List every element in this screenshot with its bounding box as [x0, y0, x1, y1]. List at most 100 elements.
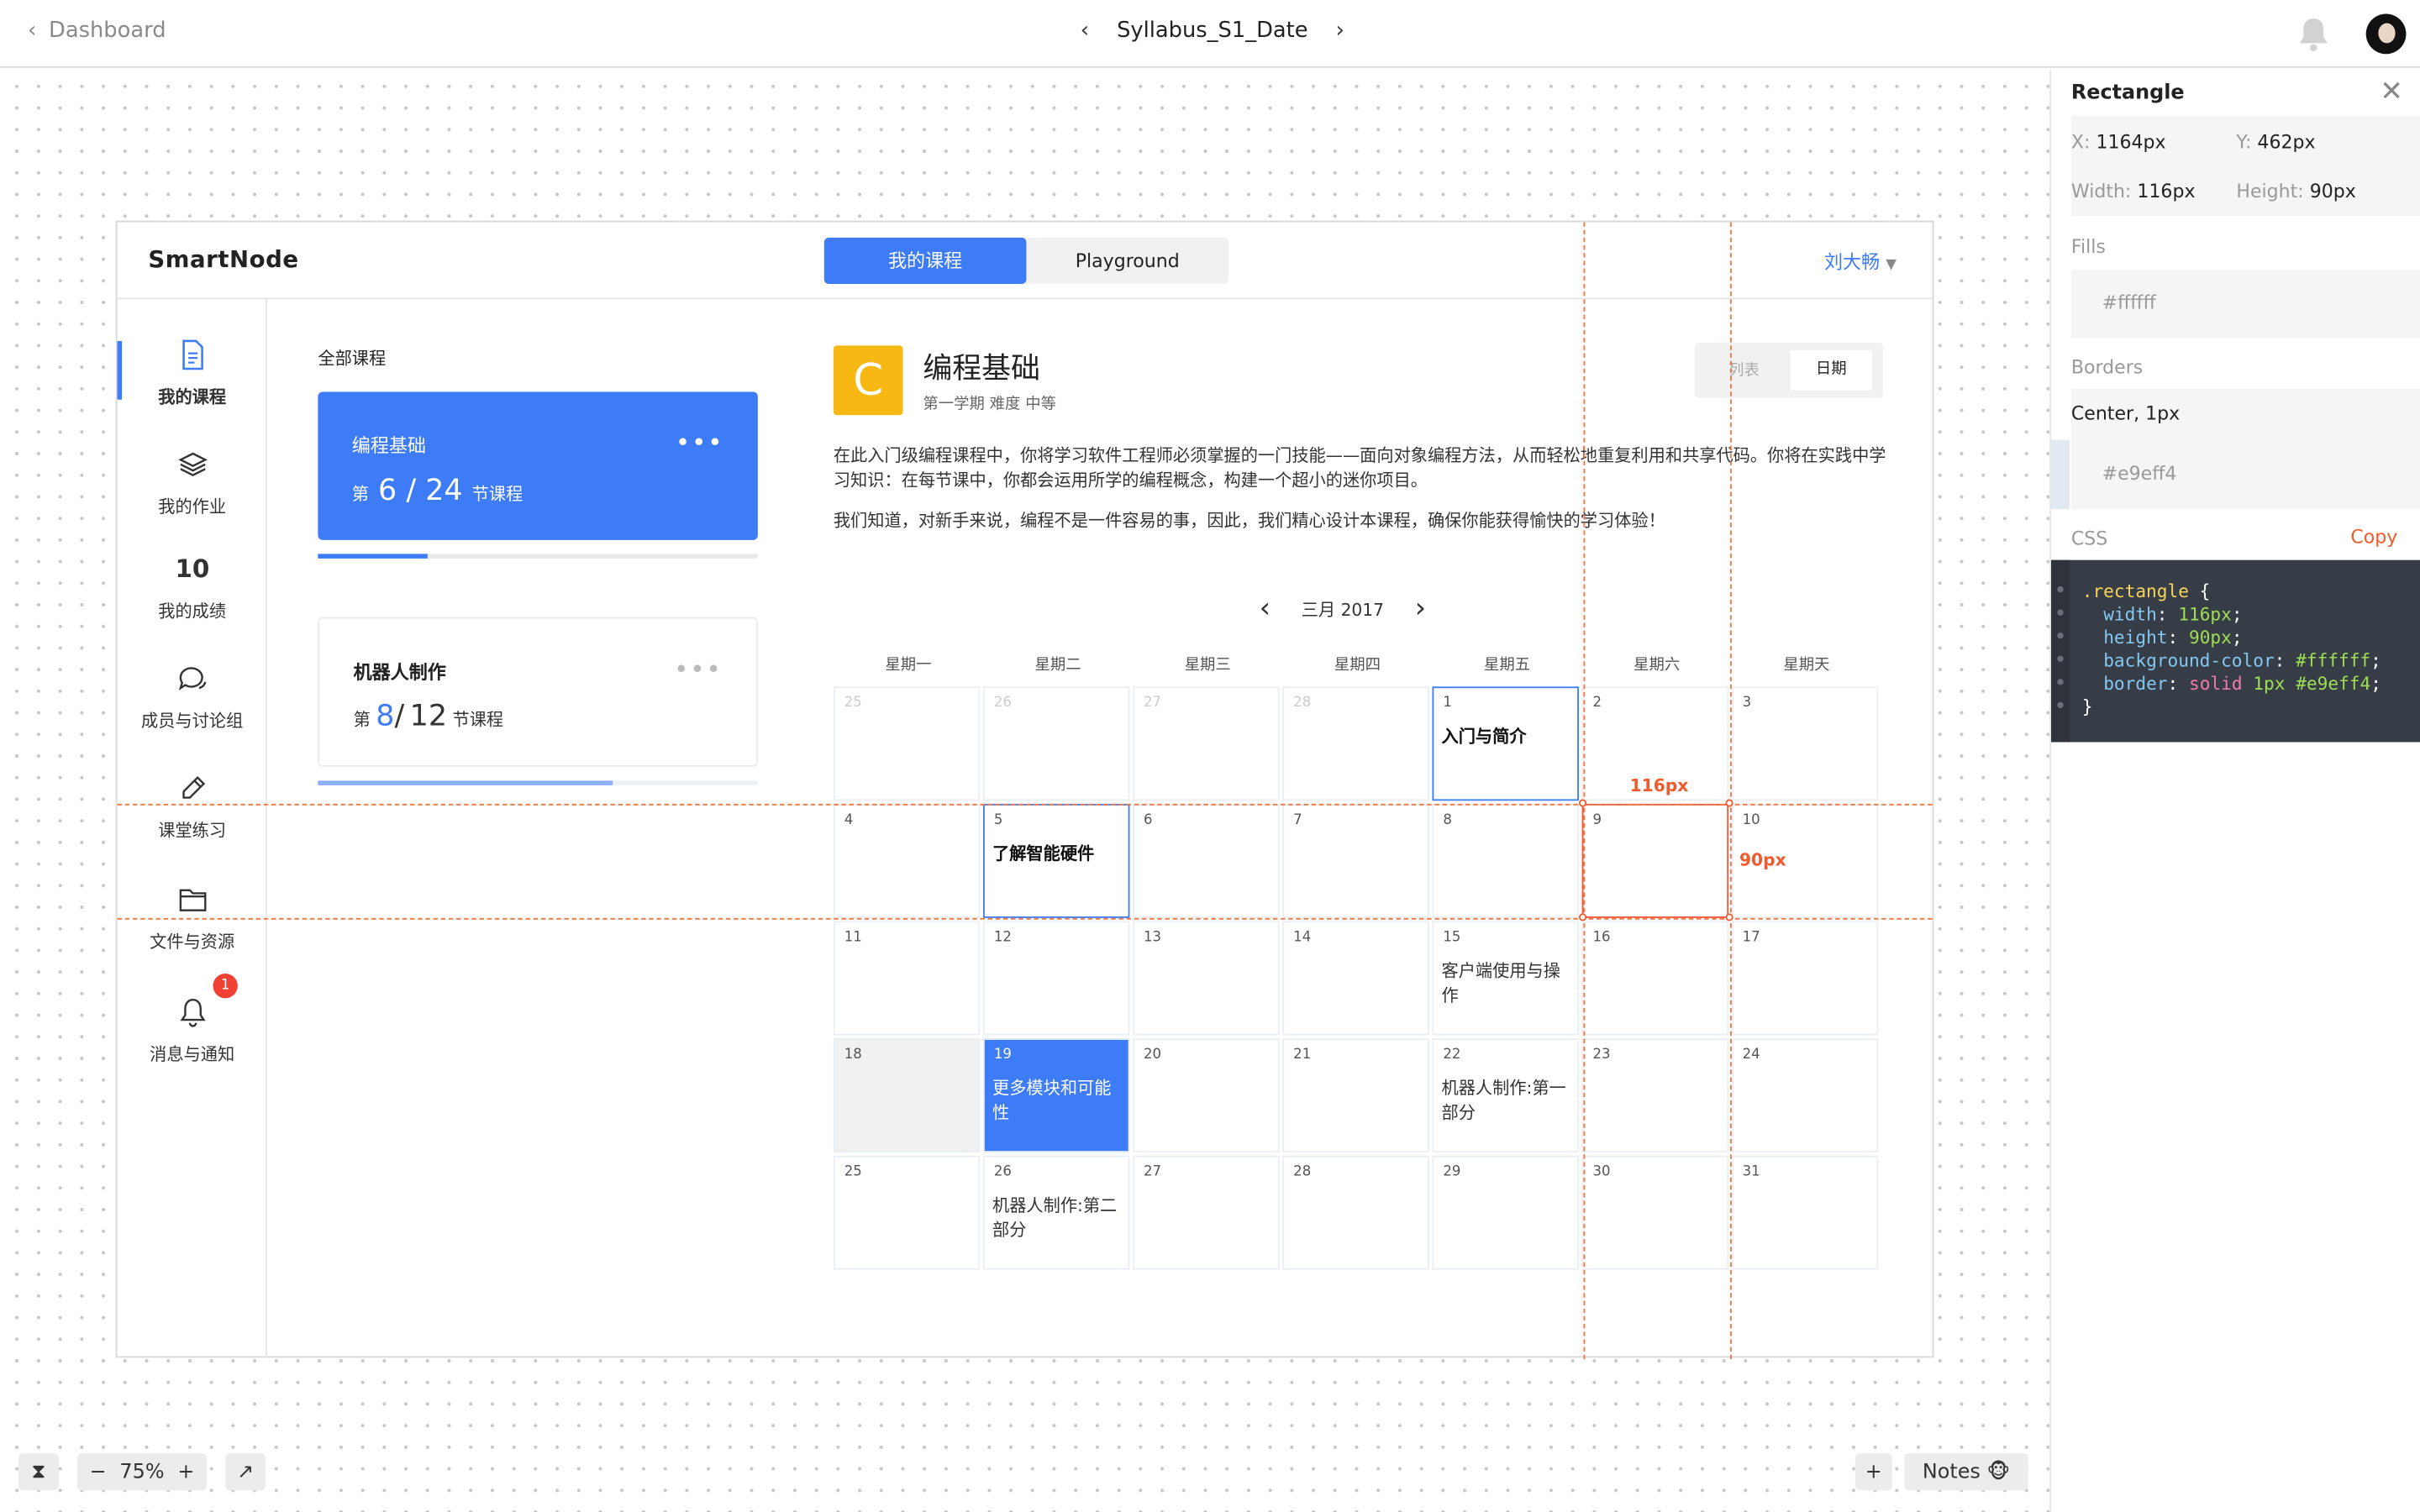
calendar-day[interactable]: 7: [1282, 803, 1429, 918]
day-number: 1: [1443, 696, 1452, 711]
calendar-event[interactable]: 机器人制作:第二部分: [992, 1194, 1122, 1244]
day-number: 12: [993, 930, 1012, 946]
weekday-label: 星期一: [885, 657, 932, 675]
day-number: 17: [1742, 930, 1760, 946]
borders-heading: Borders: [2070, 356, 2144, 378]
sidebar-item-my-courses[interactable]: 我的课程: [118, 338, 267, 408]
calendar-day[interactable]: 14: [1282, 921, 1429, 1036]
calendar-day[interactable]: 29: [1432, 1155, 1579, 1270]
back-link[interactable]: ‹ Dashboard: [28, 18, 166, 43]
selection-handle[interactable]: [1578, 913, 1587, 921]
calendar-day[interactable]: 28: [1282, 1155, 1429, 1270]
calendar-day[interactable]: 5 了解智能硬件: [982, 803, 1130, 918]
document-title-nav: ‹ Syllabus_S1_Date ›: [1081, 18, 1344, 43]
calendar-day[interactable]: 27: [1133, 686, 1280, 801]
calendar-day[interactable]: 21: [1282, 1038, 1429, 1153]
add-note-button[interactable]: +: [1854, 1453, 1892, 1491]
sidebar-item-practice[interactable]: 课堂练习: [118, 771, 267, 842]
course-meta: 第一学期 难度 中等: [923, 396, 1056, 414]
month-label: 三月 2017: [1301, 599, 1385, 620]
close-icon[interactable]: ✕: [2380, 76, 2403, 108]
prev-month-icon[interactable]: ‹: [1260, 592, 1270, 625]
border-color-value: #e9eff4: [2102, 463, 2177, 485]
next-month-icon[interactable]: ›: [1415, 592, 1426, 625]
css-code-block[interactable]: .rectangle { width: 116px; height: 90px;…: [2051, 559, 2420, 743]
calendar-event[interactable]: 入门与简介: [1442, 725, 1571, 749]
weekday-label: 星期天: [1783, 657, 1830, 675]
guide-vertical: [1583, 222, 1586, 1360]
artboard[interactable]: SmartNode 我的课程 Playground 刘大畅 ▼ 我的课程 我的作…: [115, 220, 1934, 1360]
calendar-event[interactable]: 了解智能硬件: [992, 843, 1122, 867]
document-title: Syllabus_S1_Date: [1117, 18, 1308, 44]
calendar-day[interactable]: 12: [982, 921, 1130, 1036]
calendar-day[interactable]: 27: [1133, 1155, 1280, 1270]
calendar-day[interactable]: 30: [1581, 1155, 1729, 1270]
user-name: 刘大畅: [1824, 251, 1881, 274]
more-options-icon[interactable]: •••: [676, 430, 724, 454]
course-card-programming[interactable]: 编程基础 第6 / 24 节课程 •••: [318, 391, 758, 540]
calendar-day[interactable]: 28: [1282, 686, 1429, 801]
calendar-day[interactable]: 19 更多模块和可能性: [982, 1038, 1130, 1153]
share-icon: ↗: [237, 1460, 255, 1484]
selection-handle[interactable]: [1725, 913, 1733, 921]
more-options-icon[interactable]: •••: [674, 657, 723, 681]
calendar-day[interactable]: 22 机器人制作:第一部分: [1432, 1038, 1579, 1153]
sidebar-item-homework[interactable]: 我的作业: [118, 448, 267, 518]
calendar-day[interactable]: 20: [1133, 1038, 1280, 1153]
inspector-title: Rectangle: [2070, 81, 2185, 105]
code-gutter: [2051, 559, 2070, 743]
notes-button[interactable]: Notes 🐵: [1904, 1453, 2028, 1491]
view-toggle: 列表 日期: [1694, 342, 1883, 398]
user-menu[interactable]: 刘大畅 ▼: [1824, 249, 1897, 275]
calendar-day[interactable]: 9: [1581, 803, 1729, 918]
copy-css-button[interactable]: Copy: [2350, 526, 2397, 548]
tab-my-courses[interactable]: 我的课程: [823, 237, 1027, 284]
sidebar-item-notifications[interactable]: 1 消息与通知: [118, 973, 267, 1066]
calendar-day[interactable]: 6: [1133, 803, 1280, 918]
toggle-date[interactable]: 日期: [1790, 349, 1872, 391]
calendar-day[interactable]: 25: [833, 1155, 981, 1270]
calendar-day[interactable]: 15 客户端使用与操作: [1432, 921, 1579, 1036]
calendar-event[interactable]: 更多模块和可能性: [992, 1077, 1122, 1126]
calendar-day[interactable]: 8: [1432, 803, 1579, 918]
calendar-day[interactable]: 3: [1731, 686, 1879, 801]
calendar-day[interactable]: 24: [1731, 1038, 1879, 1153]
toggle-list[interactable]: 列表: [1713, 354, 1775, 391]
calendar-day[interactable]: 31: [1731, 1155, 1879, 1270]
tab-playground[interactable]: Playground: [1026, 238, 1228, 284]
calendar-day[interactable]: 1 入门与简介: [1432, 686, 1579, 801]
weekday-label: 星期四: [1334, 657, 1381, 675]
width-measure-label: 116px: [1629, 775, 1689, 796]
calendar-day[interactable]: 11: [833, 921, 981, 1036]
calendar-event[interactable]: 机器人制作:第一部分: [1442, 1077, 1571, 1126]
sidebar-item-discussion[interactable]: 成员与讨论组: [118, 662, 267, 732]
progress-fill: [318, 780, 613, 785]
prev-page-icon[interactable]: ‹: [1081, 18, 1089, 43]
share-button[interactable]: ↗: [225, 1453, 266, 1491]
notification-bell-icon[interactable]: [2296, 15, 2330, 52]
next-page-icon[interactable]: ›: [1336, 18, 1344, 43]
calendar-day[interactable]: 16: [1581, 921, 1729, 1036]
calendar-day[interactable]: 26 机器人制作:第二部分: [982, 1155, 1130, 1270]
sidebar-item-grades[interactable]: 10 我的成绩: [118, 553, 267, 623]
user-avatar[interactable]: [2365, 13, 2407, 55]
day-number: 6: [1144, 812, 1153, 829]
calendar-day[interactable]: 26: [982, 686, 1130, 801]
app-header: SmartNode 我的课程 Playground 刘大畅 ▼: [117, 222, 1933, 300]
calendar-event[interactable]: 客户端使用与操作: [1442, 959, 1571, 1009]
day-number: 28: [1293, 696, 1312, 711]
zoom-out-icon[interactable]: −: [90, 1460, 107, 1483]
calendar-day[interactable]: 23: [1581, 1038, 1729, 1153]
selection-handle[interactable]: [1725, 799, 1733, 807]
calendar-day[interactable]: 4: [833, 803, 981, 918]
day-number: 3: [1742, 696, 1752, 711]
score-10-icon: 10: [175, 554, 210, 584]
history-button[interactable]: ⧗: [18, 1453, 59, 1491]
selection-handle[interactable]: [1578, 799, 1587, 807]
course-card-robotics[interactable]: 机器人制作 第 8/ 12 节课程 •••: [318, 617, 758, 767]
zoom-in-icon[interactable]: +: [177, 1460, 194, 1483]
calendar-day[interactable]: 18: [833, 1038, 981, 1153]
calendar-day[interactable]: 17: [1731, 921, 1879, 1036]
calendar-day[interactable]: 13: [1133, 921, 1280, 1036]
calendar-day[interactable]: 25: [833, 686, 981, 801]
